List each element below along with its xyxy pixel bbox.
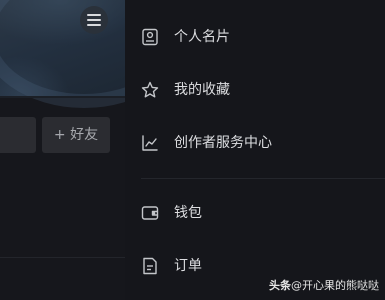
drawer-item-creator-center[interactable]: 创作者服务中心 — [125, 123, 385, 163]
id-card-icon — [142, 28, 158, 46]
banner-edge — [0, 96, 125, 98]
drawer-item-label: 钱包 — [174, 205, 202, 221]
profile-action-button[interactable] — [0, 117, 36, 153]
left-divider — [0, 257, 125, 258]
watermark-handle: @开心果的熊哒哒 — [291, 279, 379, 292]
drawer-item-wallet[interactable]: 钱包 — [125, 193, 385, 233]
star-icon — [141, 81, 159, 98]
watermark: 头条@开心果的熊哒哒 — [269, 277, 379, 293]
hamburger-menu-icon — [87, 14, 101, 26]
chart-line-icon — [142, 135, 158, 151]
drawer-item-business-card[interactable]: 个人名片 — [125, 17, 385, 57]
drawer-item-label: 个人名片 — [174, 29, 230, 45]
profile-banner — [0, 0, 125, 108]
side-drawer: 个人名片 我的收藏 创作者服务中心 钱包 订单 头条@开心果的熊哒哒 — [125, 0, 385, 300]
drawer-item-label: 订单 — [174, 258, 202, 274]
background-page: + 好友 — [0, 0, 125, 300]
drawer-item-label: 创作者服务中心 — [174, 135, 272, 151]
drawer-item-label: 我的收藏 — [174, 82, 230, 98]
add-friend-button[interactable]: + 好友 — [42, 117, 110, 153]
order-document-icon — [143, 257, 157, 275]
watermark-brand: 头条 — [269, 279, 291, 292]
wallet-icon — [141, 206, 159, 220]
drawer-item-favorites[interactable]: 我的收藏 — [125, 70, 385, 110]
menu-button[interactable] — [80, 6, 108, 34]
drawer-divider — [141, 178, 385, 179]
